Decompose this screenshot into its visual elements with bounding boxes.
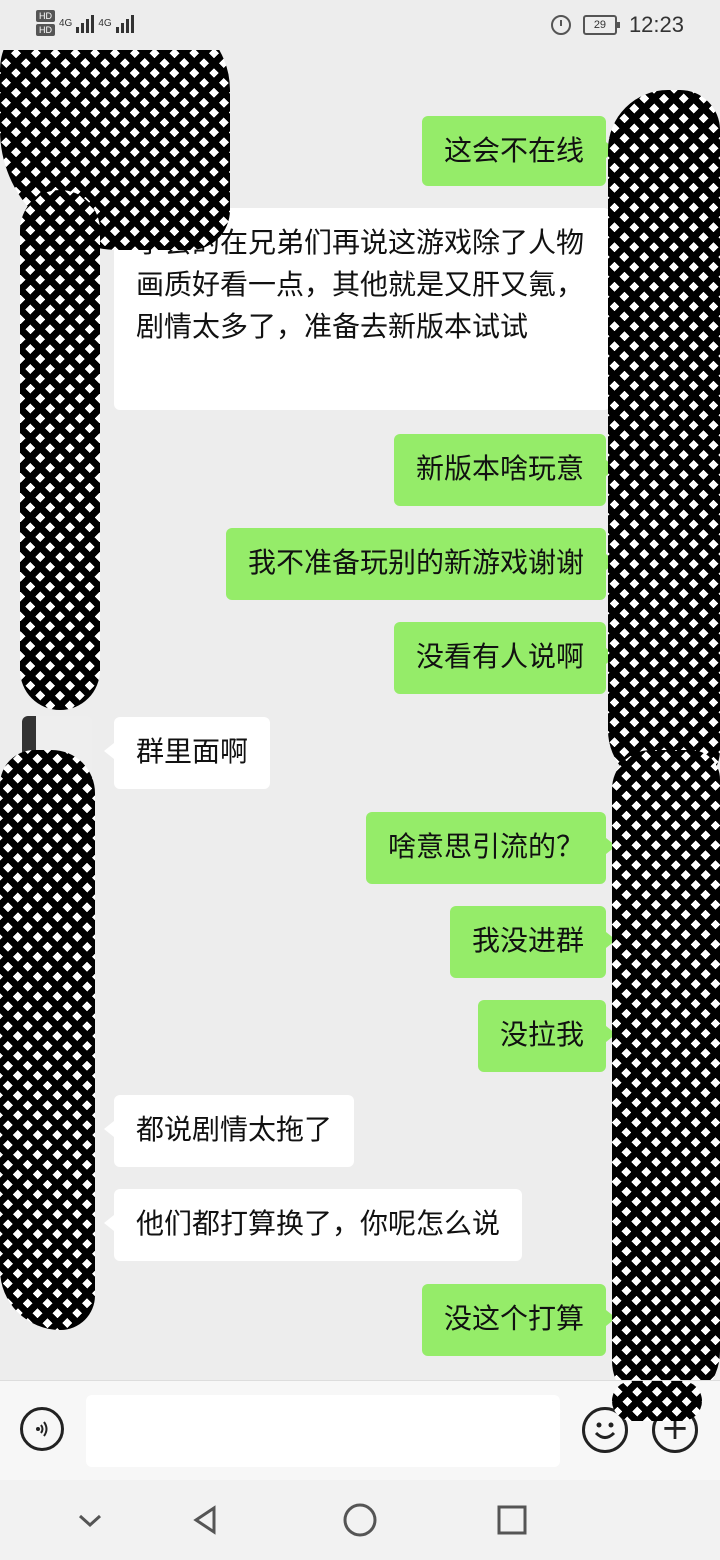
redaction-scribble: [608, 90, 720, 790]
clock: 12:23: [628, 12, 684, 37]
signal-icon-2: [115, 13, 134, 33]
home-circle-icon[interactable]: [340, 1500, 380, 1540]
back-triangle-icon[interactable]: [186, 1500, 226, 1540]
chat-message-list[interactable]: 这会不在线 学会的在兄弟们再说这游戏除了人物画质好看一点，其他就是又肝又氪，剧情…: [0, 50, 720, 1380]
redaction-scribble: [0, 750, 95, 1330]
network-type-2: 4G: [98, 17, 112, 29]
message-bubble-outgoing[interactable]: 我不准备玩别的新游戏谢谢: [225, 528, 617, 600]
voice-icon[interactable]: [20, 1407, 64, 1451]
message-bubble-outgoing[interactable]: 这会不在线: [421, 116, 617, 186]
message-bubble-outgoing[interactable]: 没这个打算: [421, 1284, 617, 1356]
alarm-icon: [550, 15, 571, 35]
hd-badge-1: HD: [36, 10, 55, 22]
status-right: 29 12:23: [550, 12, 684, 38]
message-bubble-outgoing[interactable]: 没拉我: [477, 1000, 617, 1072]
redaction-scribble: [612, 1381, 702, 1421]
chevron-down-icon[interactable]: [70, 1500, 110, 1540]
chat-input-bar: +: [0, 1380, 720, 1481]
message-bubble-outgoing[interactable]: 没看有人说啊: [393, 622, 617, 694]
battery-icon: 29: [582, 15, 620, 35]
signal-icon: [76, 13, 95, 33]
redaction-scribble: [612, 750, 720, 1380]
message-bubble-incoming[interactable]: 群里面啊: [103, 717, 271, 789]
status-left: HD HD 4G 4G: [36, 10, 134, 36]
message-input[interactable]: [86, 1395, 560, 1467]
status-bar: HD HD 4G 4G 29 12:23: [0, 0, 720, 50]
message-bubble-incoming[interactable]: 都说剧情太拖了: [103, 1095, 355, 1167]
network-type-1: 4G: [59, 17, 73, 29]
system-nav-bar: [0, 1480, 720, 1560]
hd-indicators: HD HD: [36, 10, 55, 36]
recents-square-icon[interactable]: [492, 1500, 532, 1540]
message-bubble-outgoing[interactable]: 新版本啥玩意: [393, 434, 617, 506]
voice-wave-icon: [36, 1421, 48, 1437]
hd-badge-2: HD: [36, 24, 55, 36]
message-bubble-incoming[interactable]: 他们都打算换了，你呢怎么说: [103, 1189, 523, 1261]
redaction-scribble: [20, 190, 100, 710]
message-bubble-outgoing[interactable]: 我没进群: [449, 906, 617, 978]
message-bubble-outgoing[interactable]: 啥意思引流的？: [365, 812, 617, 884]
